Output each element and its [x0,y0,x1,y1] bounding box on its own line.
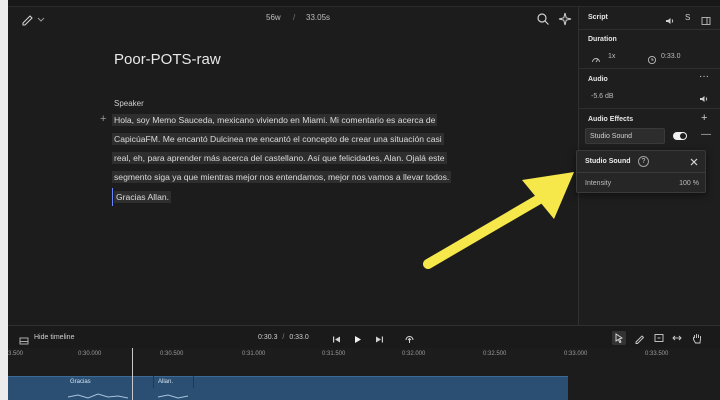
close-button[interactable] [688,155,700,167]
ruler-tick: 0:33.500 [645,351,669,357]
document-duration: 33.05s [306,13,331,22]
total-time: 0:33.0 [289,334,309,341]
ruler-tick: 0:30.000 [78,351,102,357]
duration-value[interactable]: 0:33.0 [661,53,680,60]
ruler-tick: 0:32.500 [483,351,507,357]
script-symbol[interactable]: S [685,13,690,22]
hide-timeline-icon[interactable] [19,333,29,345]
hand-tool[interactable] [690,331,704,345]
timeline-ruler[interactable]: 3.500 0:30.000 0:30.500 0:31.000 0:31.50… [8,348,720,364]
top-strip [8,0,720,7]
expand-tool[interactable] [670,331,684,345]
speaker-icon [666,18,674,24]
close-icon [690,158,698,166]
frame-icon [654,334,664,342]
word-segment[interactable]: Allan. [154,376,194,388]
effect-name: Studio Sound [590,133,633,140]
help-icon[interactable]: ? [638,156,649,167]
skip-forward-button[interactable] [374,332,385,343]
pen-icon [22,15,45,26]
loop-icon [405,336,414,343]
document-title[interactable]: Poor-POTS-raw [114,51,221,68]
audio-title: Audio [588,76,608,83]
search-button[interactable] [536,12,550,26]
audio-more-icon[interactable]: ··· [699,71,709,82]
effect-toggle[interactable] [673,132,687,140]
loop-button[interactable] [404,332,415,343]
horizontal-arrows-icon [672,335,682,341]
script-options-button[interactable] [701,13,711,25]
word-segment[interactable]: Gracias [66,376,154,388]
skip-back-icon [333,336,340,343]
header-separator: / [293,13,296,22]
ai-actions-button[interactable] [558,12,572,26]
ruler-tick: 0:30.500 [160,351,184,357]
play-icon [355,336,361,343]
duration-section: Duration 1x 0:33.0 [579,29,720,68]
hide-timeline-button[interactable]: Hide timeline [34,334,74,341]
script-section-title: Script [588,14,608,21]
voice-button[interactable] [665,13,675,24]
speed-icon [591,52,601,63]
crop-tool[interactable] [652,331,666,345]
transcript-paragraph[interactable]: Hola, soy Memo Sauceda, mexicano viviend… [112,111,468,187]
ruler-tick: 0:33.000 [564,351,588,357]
ruler-tick: 0:32.000 [402,351,426,357]
audio-section: Audio ··· -5.6 dB [579,68,720,108]
remove-effect-icon[interactable]: — [701,129,711,140]
search-icon [537,13,549,25]
studio-sound-effect[interactable]: Studio Sound [585,128,665,144]
transcript-line[interactable]: segmento siga ya que mientras mejor nos … [112,168,468,187]
play-button[interactable] [352,332,363,343]
current-time: 0:30.3 [258,334,278,341]
duration-title: Duration [588,36,617,43]
transcript-line[interactable]: Hola, soy Memo Sauceda, mexicano viviend… [112,111,468,130]
sparkle-icon [558,12,572,26]
skip-back-button[interactable] [331,332,342,343]
draw-tool[interactable] [633,331,647,345]
playback-speed[interactable]: 1x [608,53,615,60]
time-separator: / [282,334,285,341]
popover-divider [577,172,705,173]
sidebar-toggle-icon [701,17,711,25]
edit-mode-dropdown[interactable] [20,11,48,27]
clock-icon [647,52,657,65]
intensity-label: Intensity [585,180,612,187]
cursor-icon [615,333,624,344]
studio-sound-popover: Studio Sound ? Intensity 100 % [576,150,706,193]
audio-effects-title: Audio Effects [588,116,634,123]
volume-icon[interactable] [699,91,709,102]
playhead[interactable] [132,348,133,400]
transcript-line[interactable]: real, eh, para aprender más acerca del c… [112,149,468,168]
skip-forward-icon [376,336,383,343]
timeline-toolbar: Hide timeline 0:30.3 / 0:33.0 [8,325,720,348]
select-tool[interactable] [612,331,626,345]
intensity-value[interactable]: 100 % [677,180,699,187]
add-paragraph-button[interactable]: + [100,113,106,125]
speaker-label[interactable]: Speaker [114,99,144,108]
transcript-line[interactable]: CapicúaFM. Me encantó Dulcinea me encant… [112,130,468,149]
ruler-tick: 3.500 [8,351,24,357]
hand-icon [693,334,701,344]
editor-header: 56w / 33.05s [8,7,578,31]
pen-icon [635,335,645,344]
word-count: 56w [266,13,281,22]
add-effect-icon[interactable]: + [701,112,707,124]
app-window: 56w / 33.05s Poor-POTS-raw Speaker + Hol… [8,0,720,400]
gain-value[interactable]: -5.6 dB [591,93,614,100]
ruler-tick: 0:31.000 [242,351,266,357]
popover-title: Studio Sound [585,158,631,165]
timecode: 0:30.3 / 0:33.0 [258,334,309,341]
transcript-paragraph-2[interactable]: Gracias Allan. [112,188,172,206]
ruler-tick: 0:31.500 [322,351,346,357]
